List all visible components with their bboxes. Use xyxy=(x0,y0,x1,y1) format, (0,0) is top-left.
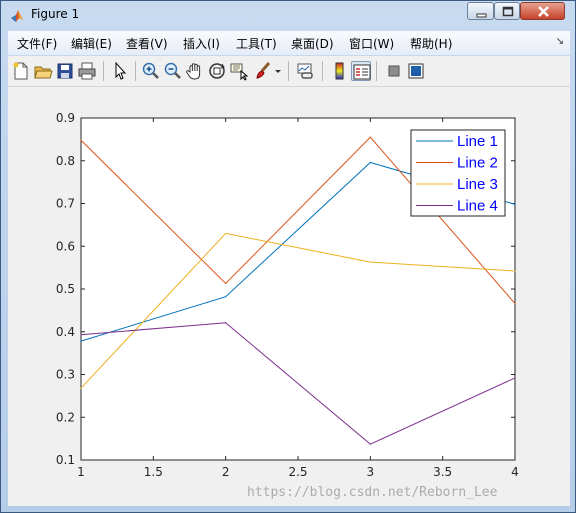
menu-desktop[interactable]: 桌面(D) xyxy=(291,35,334,52)
toolbar-separator xyxy=(376,61,377,81)
minimize-button[interactable] xyxy=(467,2,494,20)
hide-plot-tools-icon[interactable] xyxy=(384,61,404,81)
figure-toolbar xyxy=(8,56,570,87)
menu-file[interactable]: 文件(F) xyxy=(17,35,57,52)
data-point xyxy=(225,296,227,298)
y-tick-label: 0.3 xyxy=(56,368,75,382)
data-point xyxy=(225,232,227,235)
zoom-in-icon[interactable] xyxy=(141,61,161,81)
data-cursor-icon[interactable] xyxy=(229,61,249,81)
data-point xyxy=(80,139,82,141)
x-tick-label: 1 xyxy=(77,465,85,479)
show-plot-tools-icon[interactable] xyxy=(406,61,426,81)
data-point xyxy=(514,377,516,379)
legend-label-1: Line 1 xyxy=(457,133,498,150)
x-tick-label: 3 xyxy=(367,465,375,479)
legend-label-4: Line 4 xyxy=(457,198,498,215)
maximize-button[interactable] xyxy=(494,2,520,20)
window-title: Figure 1 xyxy=(31,7,80,21)
toolbar-separator xyxy=(322,61,323,81)
menu-edit[interactable]: 编辑(E) xyxy=(71,35,112,52)
link-plot-icon[interactable] xyxy=(296,61,316,81)
watermark-text: https://blog.csdn.net/Reborn_Lee xyxy=(247,485,498,500)
new-figure-icon[interactable] xyxy=(11,61,31,81)
legend-label-3: Line 3 xyxy=(457,176,498,193)
legend-label-2: Line 2 xyxy=(457,155,498,172)
toolbar-separator xyxy=(288,61,289,81)
figure-canvas: 1 1.5 2 2.5 3 3.5 4 0.1 0.2 0.3 0.4 0.5 0.6 0.7 0.8 0.9… xyxy=(8,87,570,506)
x-tick-label: 2.5 xyxy=(288,465,307,479)
menu-window[interactable]: 窗口(W) xyxy=(349,35,394,52)
x-tick-label: 2 xyxy=(222,465,230,479)
pan-hand-icon[interactable] xyxy=(185,61,205,81)
data-point xyxy=(225,322,227,324)
close-icon xyxy=(538,6,549,17)
menu-tools[interactable]: 工具(T) xyxy=(236,35,277,52)
y-tick-label: 0.7 xyxy=(56,197,75,211)
edit-plot-arrow-icon[interactable] xyxy=(110,61,130,81)
rotate-3d-icon[interactable] xyxy=(207,61,227,81)
y-tick-label: 0.2 xyxy=(56,410,75,424)
y-tick-label: 0.4 xyxy=(56,325,75,339)
menu-view[interactable]: 查看(V) xyxy=(126,35,168,52)
legend-icon[interactable] xyxy=(351,61,371,81)
title-bar[interactable]: Figure 1 xyxy=(1,1,575,29)
zoom-out-icon[interactable] xyxy=(163,61,183,81)
data-point xyxy=(514,270,516,272)
brush-icon[interactable] xyxy=(253,61,273,81)
maximize-icon xyxy=(502,6,514,17)
y-tick-label: 0.6 xyxy=(56,239,75,253)
save-icon[interactable] xyxy=(55,61,75,81)
open-file-icon[interactable] xyxy=(33,61,53,81)
minimize-icon xyxy=(476,13,487,18)
menu-bar: 文件(F) 编辑(E) 查看(V) 插入(I) 工具(T) 桌面(D) 窗口(W… xyxy=(8,31,570,55)
toolbar-separator xyxy=(135,61,136,81)
brush-dropdown-icon[interactable] xyxy=(274,61,282,81)
matlab-logo-icon xyxy=(10,8,24,22)
menu-help[interactable]: 帮助(H) xyxy=(410,35,452,52)
y-tick-label: 0.1 xyxy=(56,453,75,467)
close-button[interactable] xyxy=(520,2,565,20)
x-tick-label: 3.5 xyxy=(433,465,452,479)
y-tick-label: 0.9 xyxy=(56,111,75,125)
data-point xyxy=(80,387,82,389)
toolbar-separator xyxy=(103,61,104,81)
data-point xyxy=(369,443,371,445)
colorbar-icon[interactable] xyxy=(330,61,350,81)
data-point xyxy=(514,203,516,205)
data-point xyxy=(80,340,82,342)
data-point xyxy=(514,302,516,305)
data-point xyxy=(369,161,371,164)
figure-window: Figure 1 文件(F) 编辑(E) 查看(V) 插入(I) 工具(T) 桌… xyxy=(0,0,576,513)
data-point xyxy=(80,334,82,336)
x-tick-label: 1.5 xyxy=(144,465,163,479)
line-chart[interactable]: 1 1.5 2 2.5 3 3.5 4 0.1 0.2 0.3 0.4 0.5 0.6 0.7 0.8 0.9… xyxy=(8,87,570,506)
data-point xyxy=(369,136,371,138)
data-point xyxy=(369,261,371,263)
print-icon[interactable] xyxy=(77,61,97,81)
x-tick-label: 4 xyxy=(511,465,519,479)
menu-insert[interactable]: 插入(I) xyxy=(183,35,220,52)
dock-arrow-icon[interactable]: ↘ xyxy=(556,36,564,47)
y-tick-label: 0.5 xyxy=(56,282,75,296)
y-tick-label: 0.8 xyxy=(56,154,75,168)
data-point xyxy=(225,282,227,285)
